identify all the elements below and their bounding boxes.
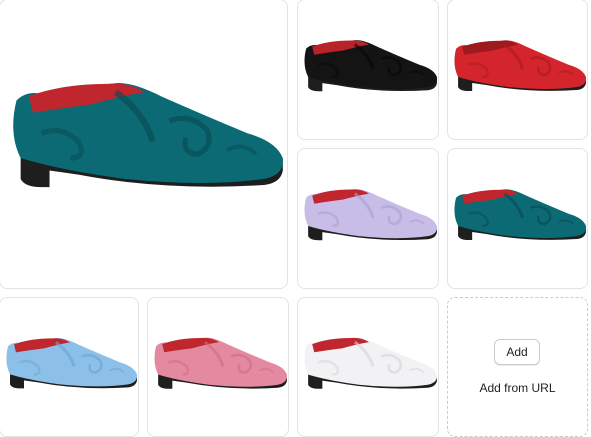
add-from-url-link[interactable]: Add from URL — [448, 381, 587, 395]
media-thumbnail[interactable] — [447, 148, 588, 289]
shoe-image — [304, 40, 438, 92]
shoe-image — [454, 189, 587, 241]
shoe-image — [454, 40, 587, 92]
media-thumbnail[interactable] — [0, 297, 139, 437]
media-thumbnail[interactable] — [297, 0, 439, 140]
shoe-image — [13, 83, 283, 188]
shoe-image — [6, 338, 138, 389]
shoe-image — [154, 337, 288, 389]
media-thumbnail[interactable] — [147, 297, 289, 437]
media-thumbnail[interactable] — [297, 148, 439, 289]
shoe-image — [304, 337, 438, 389]
add-media-button[interactable]: Add — [494, 339, 540, 365]
media-thumbnail[interactable] — [297, 297, 439, 437]
media-thumbnail[interactable] — [447, 0, 588, 140]
media-dropzone[interactable]: Add Add from URL — [447, 297, 588, 437]
media-thumbnail-featured[interactable] — [0, 0, 288, 289]
shoe-image — [304, 189, 438, 241]
